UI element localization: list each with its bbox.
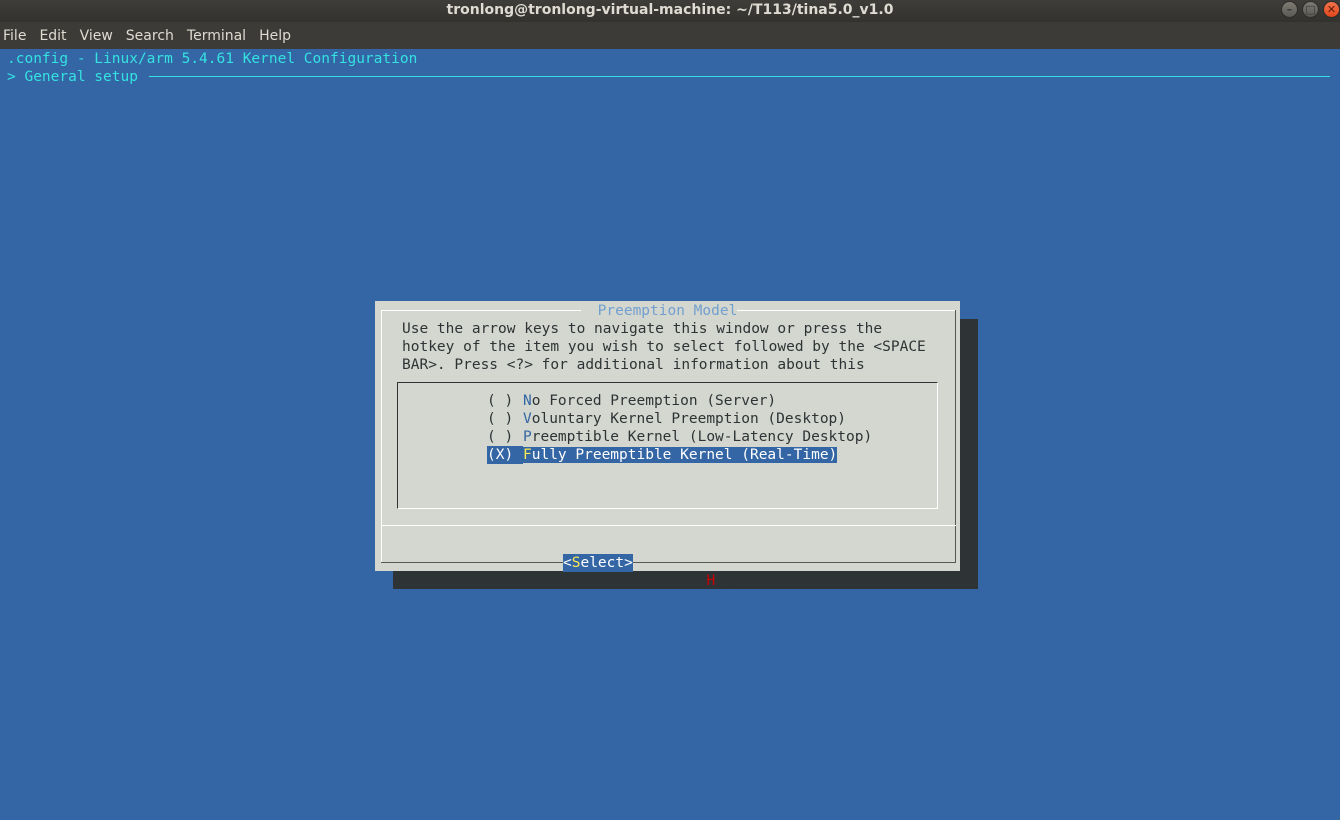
hotkey-letter: V [523,411,532,427]
choice-list: ( ) No Forced Preemption (Server) ( ) Volu… [397,382,938,509]
window-title: tronlong@tronlong-virtual-machine: ~/T11… [446,2,894,18]
choice-label: o Forced Preemption (Server) [531,393,777,409]
window-controls: – □ ✕ [1281,1,1340,19]
breadcrumb: > General setup [7,69,138,85]
choice-voluntary-preemption[interactable]: ( ) Voluntary Kernel Preemption (Desktop) [487,410,846,428]
dialog-title: Preemption Model [588,303,747,319]
button-separator [381,525,956,526]
menu-help[interactable]: Help [259,28,291,44]
help-line: Use the arrow keys to navigate this wind… [402,321,883,337]
close-icon[interactable]: ✕ [1323,1,1340,18]
help-line: hotkey of the item you wish to select fo… [402,339,926,355]
choice-label: oluntary Kernel Preemption (Desktop) [531,411,847,427]
menu-edit[interactable]: Edit [39,28,66,44]
radio-button-selected[interactable]: (X) [487,446,523,464]
choice-no-forced-preemption[interactable]: ( ) No Forced Preemption (Server) [487,392,776,410]
dialog-buttons: <Select> < Help > [375,536,960,608]
menubar: File Edit View Search Terminal Help [0,22,1340,49]
config-header: .config - Linux/arm 5.4.61 Kernel Config… [7,51,418,67]
hotkey-letter: F [523,447,532,463]
menu-search[interactable]: Search [126,28,174,44]
radio-button[interactable]: ( ) [487,392,523,410]
help-line: BAR>. Press <?> for additional informati… [402,357,865,373]
window-titlebar: tronlong@tronlong-virtual-machine: ~/T11… [0,0,1340,22]
breadcrumb-rule [149,76,1330,77]
hotkey-letter: P [523,429,532,445]
maximize-icon[interactable]: □ [1302,1,1319,18]
menu-view[interactable]: View [80,28,113,44]
preemption-dialog: Preemption Model Use the arrow keys to n… [375,301,960,589]
choice-fully-preemptible-kernel[interactable]: (X) Fully Preemptible Kernel (Real-Time) [487,446,838,464]
select-button[interactable]: <Select> [563,554,633,572]
help-button[interactable]: < Help > [689,572,759,590]
choice-label: ully Preemptible Kernel (Real-Time) [531,447,838,463]
radio-button[interactable]: ( ) [487,428,523,446]
radio-button[interactable]: ( ) [487,410,523,428]
hotkey-letter: H [706,573,716,589]
menu-file[interactable]: File [3,28,26,44]
hotkey-letter: N [523,393,532,409]
dialog-help-text: Use the arrow keys to navigate this wind… [402,320,926,374]
minimize-icon[interactable]: – [1281,1,1298,18]
choice-label: reemptible Kernel (Low-Latency Desktop) [531,429,873,445]
choice-preemptible-kernel[interactable]: ( ) Preemptible Kernel (Low-Latency Deskt… [487,428,872,446]
menu-terminal[interactable]: Terminal [187,28,246,44]
